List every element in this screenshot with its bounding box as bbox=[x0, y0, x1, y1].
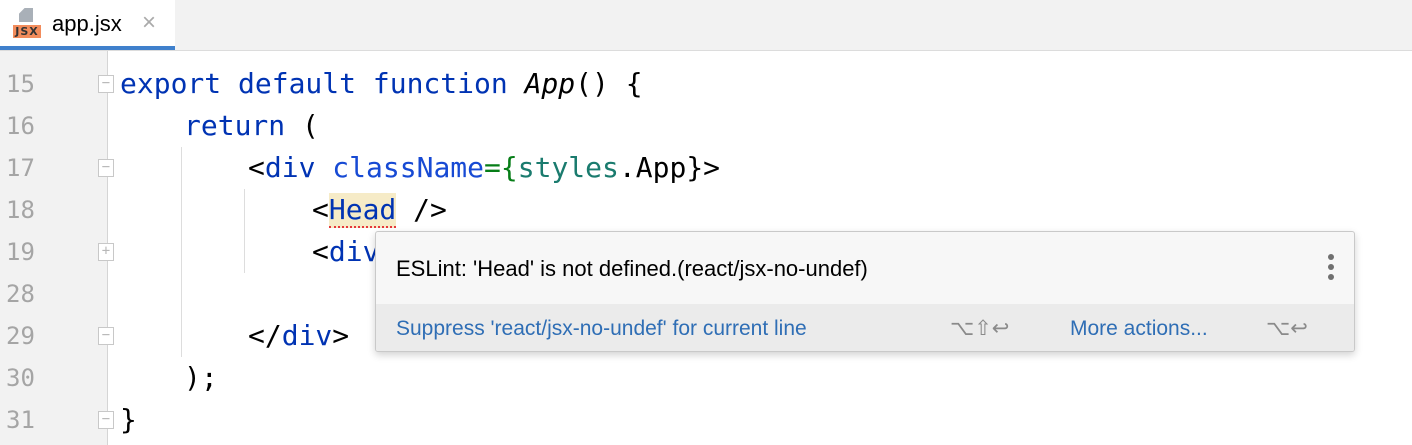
expand-fold-icon[interactable]: + bbox=[98, 243, 114, 261]
fold-icon[interactable]: − bbox=[98, 159, 114, 177]
code-line[interactable]: 30); bbox=[0, 357, 1412, 399]
code-line[interactable]: 17− <div className={styles.App}> bbox=[0, 147, 1412, 189]
close-icon[interactable]: × bbox=[142, 9, 156, 37]
tab-app-jsx[interactable]: JSX app.jsx × bbox=[0, 0, 175, 50]
more-actions-shortcut: ⌥↩ bbox=[1266, 316, 1308, 340]
suppress-rule-link[interactable]: Suppress 'react/jsx-no-undef' for curren… bbox=[396, 317, 807, 341]
fold-end-icon[interactable]: − bbox=[98, 411, 114, 429]
error-message: ESLint: 'Head' is not defined.(react/jsx… bbox=[396, 256, 868, 281]
jsx-file-icon: JSX bbox=[13, 8, 41, 38]
code-line[interactable]: 15− export default function App() { bbox=[0, 63, 1412, 105]
eslint-error-popup: ESLint: 'Head' is not defined.(react/jsx… bbox=[375, 231, 1355, 352]
editor-tab-bar: JSX app.jsx × bbox=[0, 0, 1412, 51]
code-line[interactable]: 16 return ( bbox=[0, 105, 1412, 147]
fold-icon[interactable]: − bbox=[98, 75, 114, 93]
suppress-shortcut: ⌥⇧↩ bbox=[950, 316, 1010, 340]
fold-end-icon[interactable]: − bbox=[98, 327, 114, 345]
tab-label: app.jsx bbox=[52, 11, 122, 36]
quick-actions-bar: Suppress 'react/jsx-no-undef' for curren… bbox=[376, 304, 1354, 351]
code-line[interactable]: 31−} bbox=[0, 399, 1412, 441]
more-actions-link[interactable]: More actions... bbox=[1070, 317, 1208, 341]
more-options-icon[interactable] bbox=[1328, 254, 1334, 284]
error-highlight: Head bbox=[328, 193, 397, 228]
code-line[interactable]: 18 <Head /> bbox=[0, 189, 1412, 231]
